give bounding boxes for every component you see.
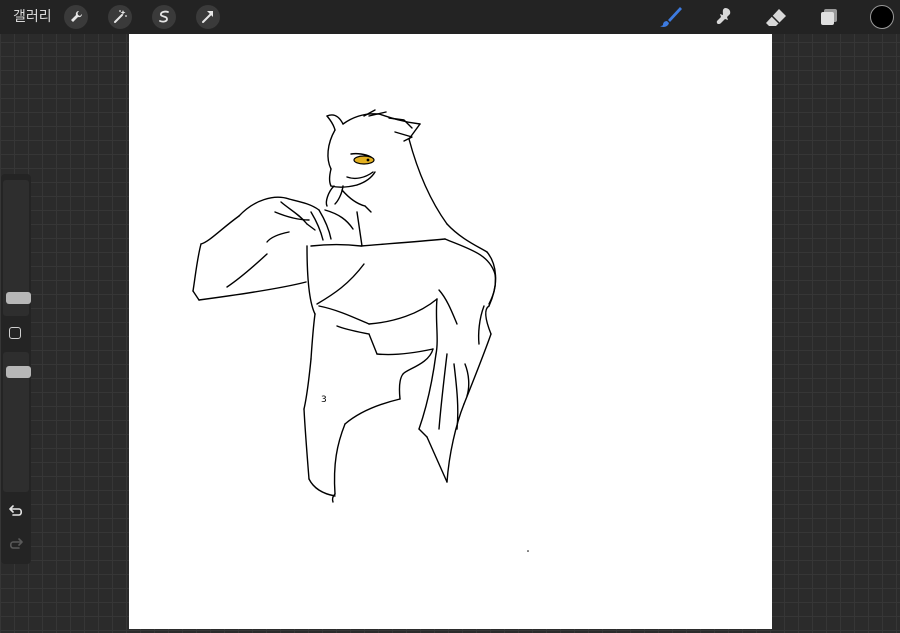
redo-icon (9, 538, 23, 549)
smudge-button[interactable] (711, 5, 737, 29)
color-picker-button[interactable] (870, 5, 894, 29)
transform-arrow-icon (202, 11, 213, 23)
brush-size-thumb[interactable] (6, 292, 31, 304)
magic-wand-icon (114, 10, 127, 23)
eraser-icon (766, 9, 786, 26)
square-modifier-icon[interactable] (9, 327, 21, 339)
brush-size-slider[interactable] (3, 180, 31, 316)
wrench-icon (71, 10, 83, 22)
eraser-button[interactable] (763, 5, 789, 29)
selection-button[interactable] (152, 5, 176, 29)
selection-icon (159, 10, 169, 23)
redo-button[interactable] (7, 535, 25, 553)
sketch-eye (353, 155, 375, 165)
layers-icon (821, 9, 837, 25)
layers-button[interactable] (816, 5, 842, 29)
svg-text:3: 3 (321, 395, 327, 405)
drawing-canvas[interactable]: 3 (129, 34, 772, 629)
actions-button[interactable] (64, 5, 88, 29)
undo-icon (9, 505, 23, 516)
transform-button[interactable] (196, 5, 220, 29)
brush-icon (660, 7, 682, 27)
brush-button[interactable] (658, 5, 684, 29)
left-sidebar (1, 174, 31, 564)
adjustments-button[interactable] (108, 5, 132, 29)
top-toolbar: 갤러리 (0, 0, 900, 34)
undo-button[interactable] (7, 502, 25, 520)
gallery-button[interactable]: 갤러리 (13, 7, 52, 27)
opacity-thumb[interactable] (6, 366, 31, 378)
character-sketch: 3 (192, 109, 529, 552)
opacity-slider[interactable] (3, 352, 31, 492)
smudge-icon (716, 8, 731, 25)
